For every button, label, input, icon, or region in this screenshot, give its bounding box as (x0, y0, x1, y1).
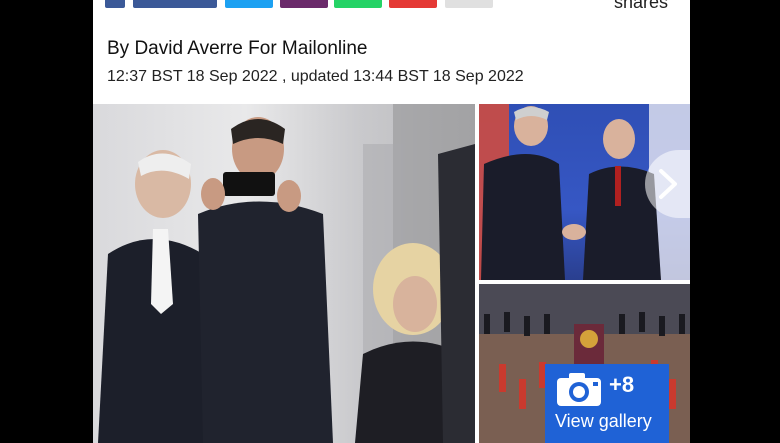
main-photo[interactable] (93, 104, 475, 443)
facebook-share-wide-button[interactable] (133, 0, 217, 8)
gallery-label: View gallery (555, 411, 652, 431)
twitter-share-button[interactable] (225, 0, 273, 8)
facebook-share-button[interactable] (105, 0, 125, 8)
camera-icon (557, 373, 601, 406)
email-share-button[interactable] (389, 0, 437, 8)
view-gallery-button[interactable]: +8 View gallery (545, 364, 669, 443)
article-page: shares By David Averre For Mailonline 12… (93, 0, 690, 443)
gallery-count: +8 (609, 372, 635, 397)
whatsapp-share-button[interactable] (334, 0, 382, 8)
chevron-right-icon (659, 169, 677, 199)
article-timestamp: 12:37 BST 18 Sep 2022 , updated 13:44 BS… (107, 68, 524, 85)
more-share-button[interactable] (445, 0, 493, 8)
share-bar: shares (93, 0, 690, 14)
article-byline[interactable]: By David Averre For Mailonline (107, 38, 367, 60)
main-photo-illustration (98, 104, 475, 443)
shares-label: shares (613, 0, 668, 12)
pinterest-share-button[interactable] (280, 0, 328, 8)
